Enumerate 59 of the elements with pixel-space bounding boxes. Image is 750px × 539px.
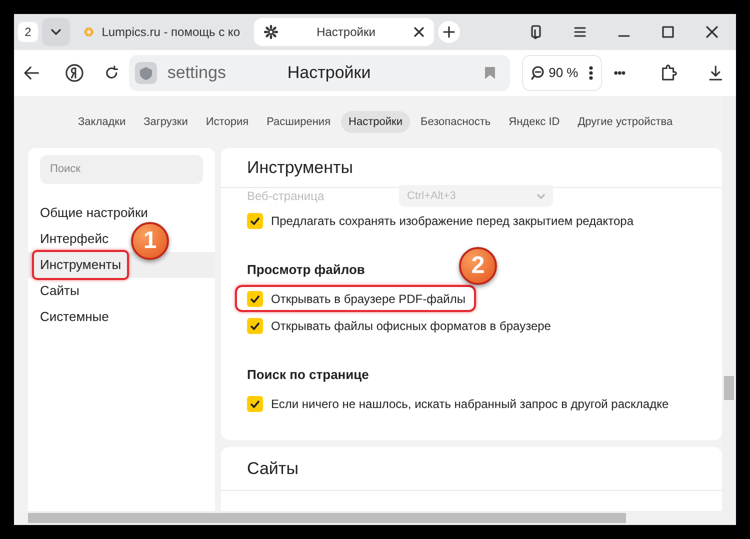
maximize-icon[interactable] — [661, 25, 675, 39]
checkbox[interactable] — [247, 212, 263, 228]
tab-list-button[interactable] — [42, 18, 70, 46]
zoom-out-icon[interactable] — [530, 66, 545, 80]
tab-title: Lumpics.ru - помощь с ко — [102, 24, 240, 41]
close-icon[interactable] — [414, 27, 424, 37]
reload-icon[interactable] — [104, 65, 120, 81]
checkbox-label: Если ничего не нашлось, искать набранный запрос в другой раскладке — [271, 396, 669, 412]
bookmarks-icon[interactable] — [529, 25, 543, 39]
citrus-icon — [84, 25, 94, 39]
checkbox[interactable] — [247, 290, 263, 306]
address-bar[interactable]: settings Настройки — [129, 55, 510, 91]
new-tab-button[interactable] — [438, 21, 460, 43]
check-icon — [250, 294, 260, 302]
more-vertical-icon[interactable] — [589, 66, 594, 80]
settings-nav-link[interactable]: Настройки — [340, 111, 410, 133]
page-title: Настройки — [287, 62, 372, 84]
tab-title: Настройки — [316, 24, 376, 41]
settings-nav-link[interactable]: Расширения — [258, 111, 339, 133]
settings-nav-link[interactable]: Безопасность — [412, 111, 499, 133]
check-icon — [250, 400, 260, 408]
checkbox-label: Предлагать сохранять изображение перед закрытием редактора — [271, 212, 634, 230]
browser-tab[interactable]: Настройки — [254, 18, 434, 46]
close-icon[interactable] — [705, 25, 719, 39]
tab-count[interactable]: 2 — [18, 22, 38, 42]
plus-icon — [443, 26, 455, 38]
settings-nav-link[interactable]: Загрузки — [136, 111, 196, 133]
scrollbar-thumb[interactable] — [28, 513, 626, 523]
back-icon[interactable] — [24, 66, 40, 80]
puzzle-icon[interactable] — [660, 64, 677, 82]
checkbox[interactable] — [247, 396, 263, 412]
sidebar-item[interactable]: Инструменты — [32, 250, 130, 280]
scrollbar-thumb[interactable] — [724, 376, 734, 400]
section-title: Инструменты — [247, 156, 354, 179]
settings-nav-link[interactable]: Другие устройства — [570, 111, 681, 133]
settings-nav-link[interactable]: История — [198, 111, 257, 133]
address-host: settings — [167, 62, 227, 84]
chevron-down-icon — [51, 29, 61, 35]
group-heading: Поиск по странице — [247, 367, 369, 382]
chevron-down-icon — [537, 194, 545, 198]
more-horizontal-icon[interactable] — [614, 71, 626, 75]
checkbox-label: Открывать файлы офисных форматов в браузере — [271, 318, 551, 334]
yandex-logo-icon[interactable] — [65, 63, 84, 83]
shield-icon — [135, 62, 158, 84]
group-heading: Просмотр файлов — [247, 262, 365, 277]
checkbox[interactable] — [247, 318, 263, 334]
section-title: Сайты — [247, 458, 298, 480]
check-icon — [250, 216, 260, 224]
callout-badge: 1 — [131, 222, 169, 260]
settings-nav-link[interactable]: Закладки — [70, 111, 134, 133]
download-icon[interactable] — [708, 65, 722, 81]
field-label: Веб-страница — [247, 188, 326, 205]
browser-tab[interactable]: Lumpics.ru - помощь с ко — [74, 18, 250, 46]
settings-icon — [264, 25, 278, 39]
checkbox-label: Открывать в браузере PDF-файлы — [271, 290, 466, 308]
check-icon — [250, 322, 260, 330]
menu-icon[interactable] — [573, 25, 587, 39]
callout-badge: 2 — [459, 247, 497, 285]
settings-nav-link[interactable]: Яндекс ID — [500, 111, 568, 133]
